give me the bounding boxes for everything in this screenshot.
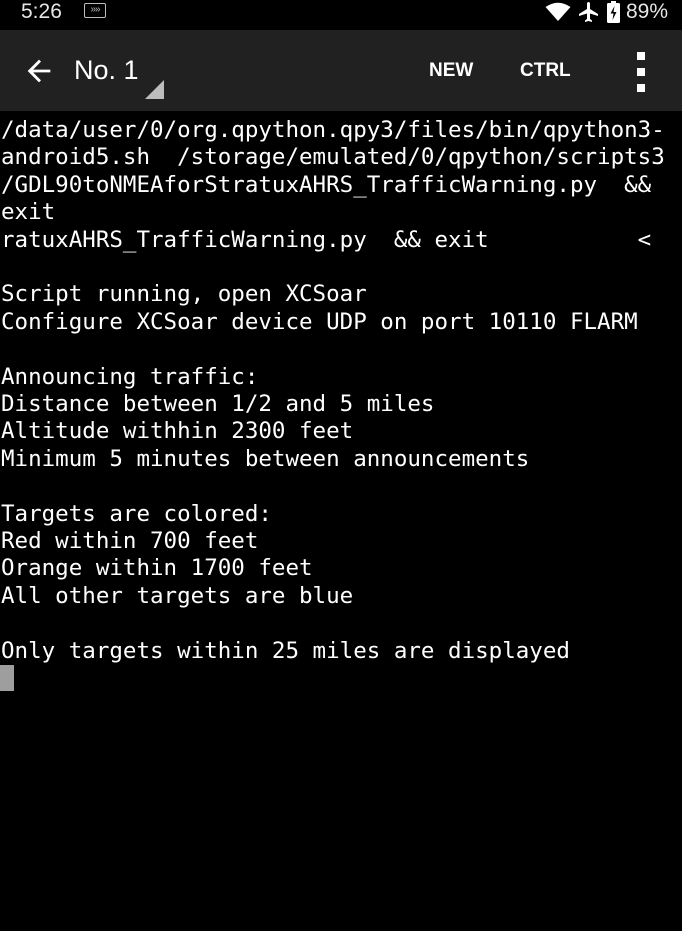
more-vertical-icon-dot (637, 84, 645, 92)
terminal-line: Configure XCSoar device UDP on port 1011… (1, 308, 638, 335)
terminal-line: android5.sh /storage/emulated/0/qpython/… (1, 144, 665, 171)
wifi-icon (545, 2, 571, 22)
terminal-line: Script running, open XCSoar (1, 281, 367, 308)
session-title[interactable]: No. 1 (74, 52, 139, 88)
terminal-line: Altitude withhin 2300 feet (1, 418, 354, 445)
toolbar: No. 1 NEW CTRL (0, 30, 682, 111)
terminal-line: /GDL90toNMEAforStratuxAHRS_TrafficWarnin… (1, 171, 652, 198)
status-icons: 89% (545, 0, 668, 24)
terminal-line: exit (1, 199, 56, 226)
airplane-mode-icon (577, 0, 601, 24)
terminal-line: /data/user/0/org.qpython.qpy3/files/bin/… (1, 117, 665, 143)
status-time: 5:26 (21, 0, 62, 23)
more-vertical-icon-dot (637, 52, 645, 60)
terminal-line: Announcing traffic: (1, 363, 259, 390)
terminal-line: Minimum 5 minutes between announcements (1, 445, 530, 472)
qpython-terminal-screen: 5:26 »» 89% No. 1 NEW CTRL /data/user/0/… (0, 0, 682, 931)
back-button[interactable] (22, 54, 56, 88)
terminal-line: Distance between 1/2 and 5 miles (1, 391, 435, 417)
terminal-line: Red within 700 feet (1, 528, 259, 554)
battery-percent: 89% (625, 0, 668, 23)
cast-notification-icon: »» (84, 3, 106, 18)
new-session-button[interactable]: NEW (429, 58, 473, 84)
terminal-output[interactable]: /data/user/0/org.qpython.qpy3/files/bin/… (0, 113, 682, 931)
terminal-line: Targets are colored: (1, 500, 272, 527)
terminal-line: All other targets are blue (1, 582, 354, 609)
terminal-cursor (0, 665, 14, 691)
terminal-line: Only targets within 25 miles are display… (1, 637, 570, 664)
terminal-line: ratuxAHRS_TrafficWarning.py && exit < (1, 226, 652, 253)
overflow-menu-button[interactable] (631, 52, 651, 92)
terminal-line: Orange within 1700 feet (1, 555, 313, 582)
more-vertical-icon-dot (637, 68, 645, 76)
arrow-left-icon (27, 59, 51, 83)
battery-charging-icon (606, 1, 620, 23)
ctrl-key-button[interactable]: CTRL (520, 58, 571, 84)
session-dropdown-indicator-icon (145, 80, 164, 99)
status-bar: 5:26 »» 89% (0, 0, 682, 30)
